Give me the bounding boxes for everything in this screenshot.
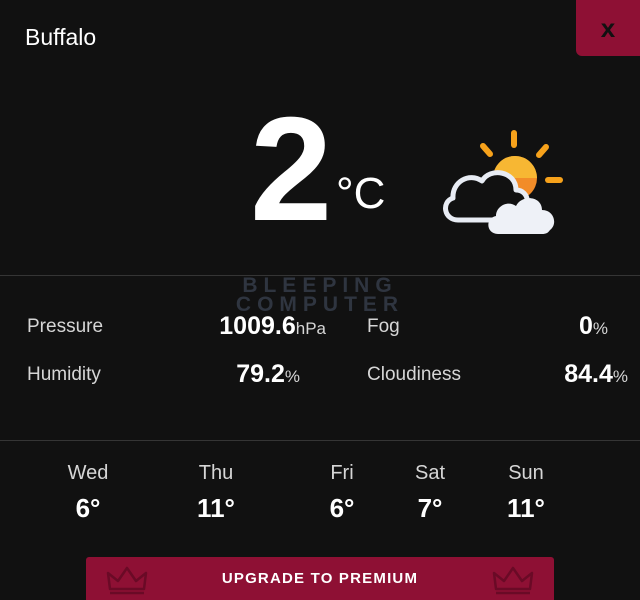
- forecast-day-name: Wed: [67, 462, 109, 484]
- pressure-number: 1009.6: [219, 312, 296, 340]
- forecast-day-name: Thu: [198, 462, 234, 484]
- close-button[interactable]: x: [576, 0, 640, 56]
- forecast-day: Wed 6°: [48, 462, 128, 524]
- watermark: BLEEPING COMPUTER: [230, 275, 410, 315]
- forecast-day: Sun 11°: [486, 462, 566, 524]
- humidity-label: Humidity: [27, 364, 101, 385]
- pressure-label: Pressure: [27, 316, 104, 337]
- fog-label: Fog: [367, 316, 400, 337]
- forecast-day: Fri 6°: [302, 462, 382, 524]
- temperature-unit: °C: [336, 169, 386, 218]
- partly-cloudy-sun-icon: [443, 130, 563, 234]
- city-name: Buffalo: [25, 24, 97, 50]
- forecast-day-temp: 11°: [197, 493, 235, 523]
- upgrade-label: UPGRADE TO PREMIUM: [221, 570, 419, 587]
- cloudiness-number: 84.4: [564, 360, 613, 388]
- divider-bottom: [0, 440, 640, 441]
- forecast-day-name: Sun: [508, 462, 544, 484]
- fog-unit: %: [592, 319, 608, 338]
- forecast-day: Sat 7°: [390, 462, 470, 524]
- crown-icon: [492, 566, 534, 595]
- humidity-value: 79.2%: [180, 360, 300, 389]
- fog-value: 0%: [520, 312, 608, 341]
- forecast-day-name: Fri: [330, 462, 354, 484]
- upgrade-premium-button[interactable]: UPGRADE TO PREMIUM: [86, 557, 554, 600]
- forecast-day-temp: 6°: [329, 493, 355, 523]
- cloudiness-value: 84.4%: [520, 360, 628, 389]
- cloudiness-unit: %: [612, 367, 628, 386]
- forecast-day-name: Sat: [414, 462, 446, 484]
- humidity-number: 79.2: [236, 360, 285, 388]
- forecast-day-temp: 11°: [507, 493, 545, 523]
- pressure-value: 1009.6hPa: [180, 312, 326, 341]
- forecast-day: Thu 11°: [176, 462, 256, 524]
- close-icon: x: [600, 12, 616, 43]
- fog-number: 0: [578, 312, 593, 340]
- forecast-day-temp: 7°: [417, 493, 443, 523]
- current-temperature: 2: [250, 87, 333, 252]
- humidity-unit: %: [284, 367, 300, 386]
- forecast-day-temp: 6°: [75, 493, 101, 523]
- pressure-unit: hPa: [295, 319, 326, 338]
- cloudiness-label: Cloudiness: [367, 364, 461, 385]
